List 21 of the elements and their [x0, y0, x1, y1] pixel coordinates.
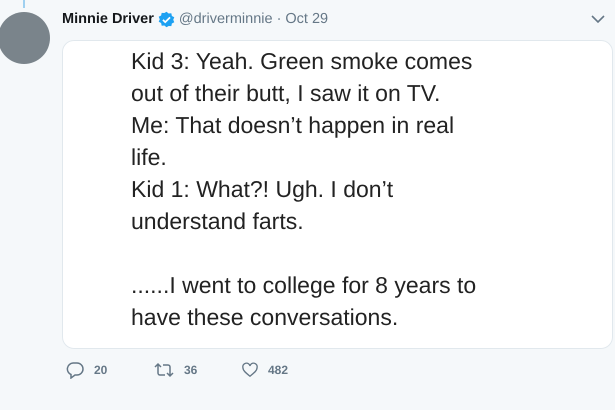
image-text-line: Kid 3: Yeah. Green smoke comes: [131, 47, 472, 76]
image-card[interactable]: [62, 40, 613, 349]
image-text-line: Kid 1: What?! Ugh. I don’t: [131, 175, 394, 204]
action-count: 482: [268, 363, 288, 377]
image-text-line: Me: That doesn’t happen in real: [131, 111, 454, 140]
author-name[interactable]: Minnie Driver: [62, 11, 154, 27]
caret-icon[interactable]: [591, 14, 605, 24]
retweet-icon[interactable]: [154, 362, 174, 378]
image-text-line: ......I went to college for 8 years to: [131, 271, 476, 300]
separator-dot: ·: [276, 11, 282, 27]
heart-icon[interactable]: [242, 362, 258, 378]
speech-bubble-icon[interactable]: [66, 361, 84, 379]
image-text-line: out of their butt, I saw it on TV.: [131, 79, 440, 108]
image-text-line: life.: [131, 143, 167, 172]
image-text-line: have these conversations.: [131, 303, 398, 332]
tweet-date[interactable]: Oct 29: [285, 11, 328, 27]
image-text-line: understand farts.: [131, 207, 304, 236]
author-handle[interactable]: @driverminnie: [178, 11, 273, 27]
action-count: 20: [94, 363, 108, 377]
avatar[interactable]: [0, 12, 50, 64]
action-count: 36: [184, 363, 198, 377]
